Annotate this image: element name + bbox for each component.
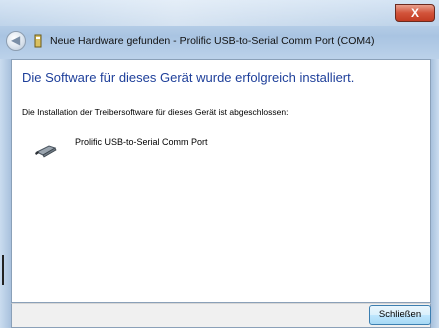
navigation-row: ◀ Neue Hardware gefunden - Prolific USB-… [0,26,439,58]
button-bar [11,303,431,328]
frame-edge-mark [2,255,4,285]
title-bar: X ◀ Neue Hardware gefunden - Prolific US… [0,0,439,60]
window-title: Neue Hardware gefunden - Prolific USB-to… [50,35,375,47]
hardware-icon [34,34,42,48]
dialog-window: X ◀ Neue Hardware gefunden - Prolific US… [0,0,439,328]
back-button[interactable]: ◀ [6,31,26,51]
close-dialog-button[interactable]: Schließen [369,305,431,325]
serial-port-icon [35,145,57,158]
back-arrow-icon: ◀ [11,33,21,47]
device-name: Prolific USB-to-Serial Comm Port [75,137,208,147]
success-heading: Die Software für dieses Gerät wurde erfo… [22,70,355,85]
window-close-button[interactable]: X [395,4,435,22]
content-panel [11,59,431,303]
left-frame [0,59,11,328]
right-frame [431,59,439,328]
install-complete-text: Die Installation der Treibersoftware für… [22,107,289,117]
